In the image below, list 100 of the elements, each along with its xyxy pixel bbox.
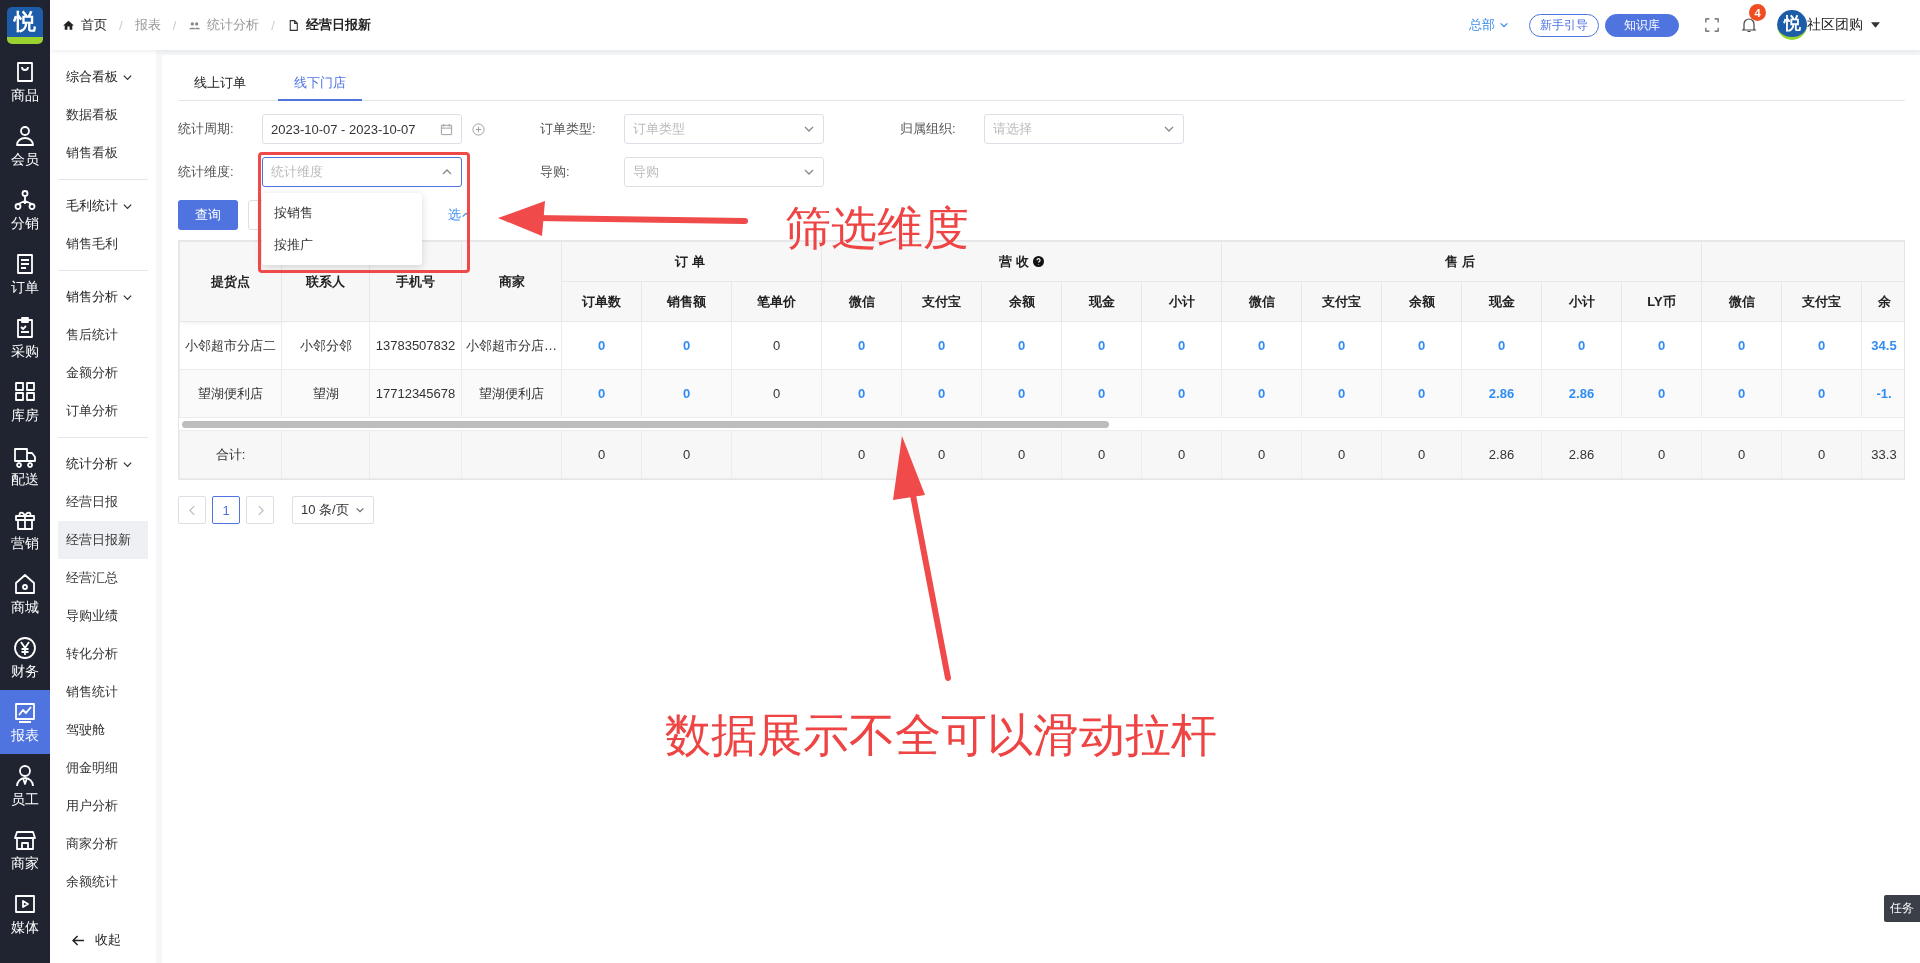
sidebar-group[interactable]: 毛利统计: [50, 187, 156, 225]
cell-link[interactable]: 0: [1781, 369, 1862, 418]
cell-link[interactable]: 0: [901, 369, 982, 418]
rail-item[interactable]: 分销: [0, 178, 50, 242]
filter-label: 归属组织:: [900, 120, 957, 138]
cell-link[interactable]: 0: [1461, 321, 1542, 370]
cell-link[interactable]: 0: [981, 369, 1062, 418]
cell-link[interactable]: -1.: [1861, 369, 1904, 418]
cell-link[interactable]: 0: [1301, 369, 1382, 418]
help-icon[interactable]: [1033, 255, 1044, 267]
cell-link[interactable]: 0: [641, 369, 732, 418]
sidebar-group[interactable]: 综合看板: [50, 58, 156, 96]
knowledge-base-button[interactable]: 知识库: [1605, 13, 1679, 37]
tab[interactable]: 线上订单: [178, 67, 262, 101]
cell-link[interactable]: 0: [1221, 321, 1302, 370]
cell-link[interactable]: 0: [1221, 369, 1302, 418]
cell-link[interactable]: 0: [1541, 321, 1622, 370]
cell-link[interactable]: 0: [981, 321, 1062, 370]
person-badge-icon: [13, 763, 37, 788]
sidebar-item[interactable]: 经营日报新: [58, 521, 148, 559]
query-button[interactable]: 查询: [178, 200, 238, 230]
column-header: 笔单价: [731, 281, 822, 322]
cell-link[interactable]: 0: [901, 321, 982, 370]
table-cell: 0: [1621, 430, 1702, 479]
tab[interactable]: 线下门店: [278, 67, 362, 101]
rail-item[interactable]: 会员: [0, 114, 50, 178]
cell-link[interactable]: 0: [1141, 321, 1222, 370]
bell-icon[interactable]: [1741, 17, 1757, 33]
task-button[interactable]: 任务: [1884, 895, 1920, 922]
sidebar-item[interactable]: 佣金明细: [58, 749, 148, 787]
page-size-select[interactable]: 10 条/页: [292, 496, 374, 524]
rail-item[interactable]: 员工: [0, 754, 50, 818]
sidebar-item[interactable]: 金额分析: [58, 354, 148, 392]
cell-link[interactable]: 0: [1061, 369, 1142, 418]
cell-link[interactable]: 0: [1781, 321, 1862, 370]
cell-link[interactable]: 2.86: [1541, 369, 1622, 418]
sidebar-item[interactable]: 销售统计: [58, 673, 148, 711]
table-cell: 0: [561, 430, 642, 479]
cell-link[interactable]: 2.86: [1461, 369, 1542, 418]
chevron-right-icon: [256, 504, 264, 516]
rail-item[interactable]: 媒体: [0, 882, 50, 946]
cell-link[interactable]: 0: [1141, 369, 1222, 418]
sidebar-item[interactable]: 经营汇总: [58, 559, 148, 597]
sidebar-item[interactable]: 售后统计: [58, 316, 148, 354]
rail-item[interactable]: 采购: [0, 306, 50, 370]
cell-link[interactable]: 0: [1621, 369, 1702, 418]
sidebar-item[interactable]: 数据看板: [58, 96, 148, 134]
cell-link[interactable]: 0: [1061, 321, 1142, 370]
cell-link[interactable]: 0: [641, 321, 732, 370]
guide-button[interactable]: 新手引导: [1529, 13, 1599, 37]
cell-link[interactable]: 0: [1381, 321, 1462, 370]
cell-link[interactable]: 0: [1701, 321, 1782, 370]
rail-item[interactable]: 商家: [0, 818, 50, 882]
rail-item[interactable]: 营销: [0, 498, 50, 562]
org-dropdown[interactable]: 总部: [1469, 16, 1509, 34]
cell-link[interactable]: 0: [1381, 369, 1462, 418]
rail-item[interactable]: 库房: [0, 370, 50, 434]
table-cell: 0: [821, 430, 902, 479]
breadcrumb-link[interactable]: 首页: [81, 16, 107, 34]
cell-link[interactable]: 0: [821, 321, 902, 370]
table-cell: 0: [1381, 430, 1462, 479]
sidebar-item[interactable]: 驾驶舱: [58, 711, 148, 749]
collapse-button[interactable]: 收起: [50, 931, 156, 949]
breadcrumb-link[interactable]: 统计分析: [207, 16, 260, 34]
page-button[interactable]: 1: [212, 496, 240, 524]
add-icon[interactable]: [472, 122, 485, 136]
caret-icon[interactable]: [1871, 22, 1880, 28]
sidebar-item[interactable]: 转化分析: [58, 635, 148, 673]
rail-item[interactable]: 商品: [0, 50, 50, 114]
sidebar-group[interactable]: 统计分析: [50, 445, 156, 483]
sidebar-item[interactable]: 导购业绩: [58, 597, 148, 635]
cell-link[interactable]: 0: [561, 369, 642, 418]
cell-link[interactable]: 0: [1701, 369, 1782, 418]
fullscreen-icon[interactable]: [1705, 18, 1719, 32]
cell-link[interactable]: 0: [1621, 321, 1702, 370]
cell-link[interactable]: 0: [561, 321, 642, 370]
date-range-field[interactable]: 2023-10-07 - 2023-10-07: [262, 114, 462, 144]
table-cell: 2.86: [1461, 430, 1542, 479]
sidebar-item[interactable]: 用户分析: [58, 787, 148, 825]
table-cell: 0: [1061, 430, 1142, 479]
sidebar-item[interactable]: 销售看板: [58, 134, 148, 172]
arrow-left-icon: [72, 934, 85, 946]
breadcrumb-link[interactable]: 报表: [134, 16, 161, 34]
sidebar-item[interactable]: 商家分析: [58, 825, 148, 863]
rail-item[interactable]: 报表: [0, 690, 50, 754]
avatar[interactable]: 悦: [1777, 10, 1807, 40]
cell-link[interactable]: 0: [1301, 321, 1382, 370]
sidebar-item[interactable]: 订单分析: [58, 392, 148, 430]
rail-item[interactable]: 商城: [0, 562, 50, 626]
cell-link[interactable]: 0: [821, 369, 902, 418]
sidebar-group[interactable]: 销售分析: [50, 278, 156, 316]
dropdown-option[interactable]: 按销售: [262, 197, 422, 229]
sidebar-item[interactable]: 销售毛利: [58, 225, 148, 263]
sidebar-item[interactable]: 经营日报: [58, 483, 148, 521]
scrollbar-thumb[interactable]: [181, 420, 1109, 428]
user-menu[interactable]: 社区团购: [1807, 16, 1863, 34]
rail-item[interactable]: 配送: [0, 434, 50, 498]
rail-item[interactable]: 财务: [0, 626, 50, 690]
sidebar-item[interactable]: 余额统计: [58, 863, 148, 901]
rail-item[interactable]: 订单: [0, 242, 50, 306]
